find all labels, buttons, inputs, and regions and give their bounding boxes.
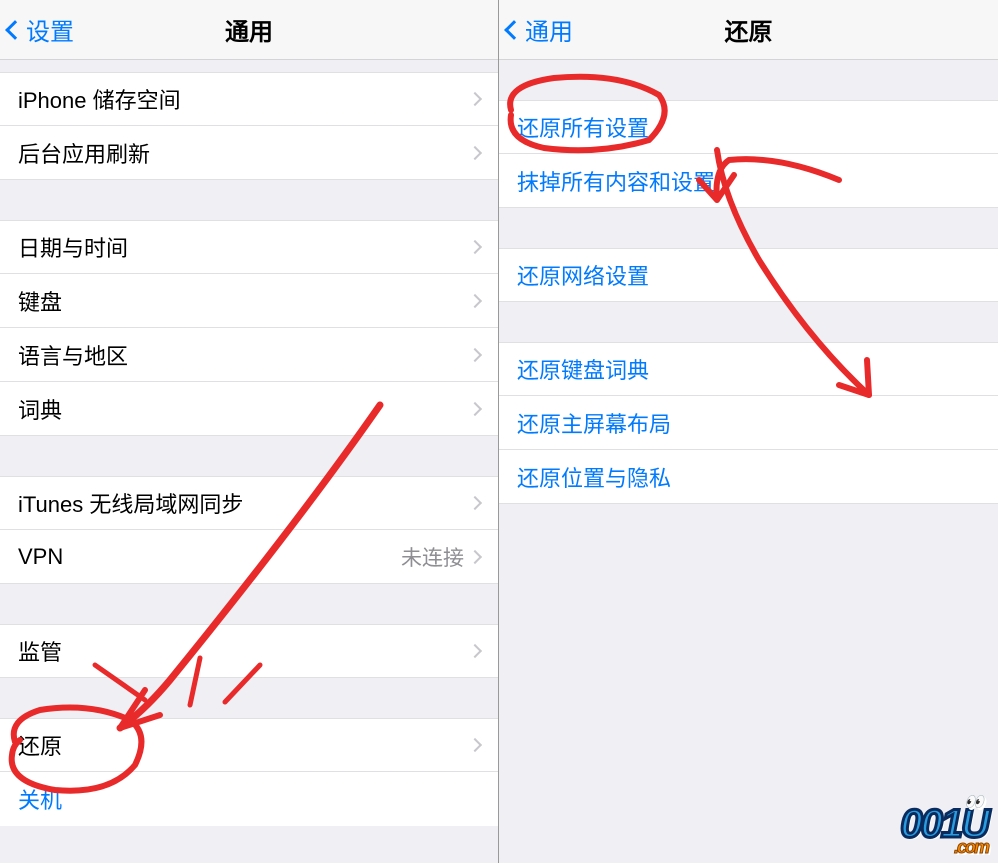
row-vpn[interactable]: VPN 未连接 xyxy=(0,530,498,584)
nav-back-general[interactable]: 通用 xyxy=(499,12,573,47)
row-label: iTunes 无线局域网同步 xyxy=(18,487,470,519)
nav-title-reset: 还原 xyxy=(499,12,998,47)
chevron-right-icon xyxy=(468,496,482,510)
row-date-time[interactable]: 日期与时间 xyxy=(0,220,498,274)
chevron-right-icon xyxy=(468,92,482,106)
spacer xyxy=(0,436,498,476)
nav-back-label: 设置 xyxy=(26,12,74,47)
spacer xyxy=(0,60,498,72)
chevron-right-icon xyxy=(468,347,482,361)
row-label: 抹掉所有内容和设置 xyxy=(517,165,980,197)
spacer xyxy=(499,302,998,342)
row-dictionary[interactable]: 词典 xyxy=(0,382,498,436)
row-label: 还原键盘词典 xyxy=(517,353,980,385)
row-label: 键盘 xyxy=(18,285,470,317)
nav-bar-left: 设置 通用 xyxy=(0,0,498,60)
row-label: 日期与时间 xyxy=(18,231,470,263)
row-reset-location-privacy[interactable]: 还原位置与隐私 xyxy=(499,450,998,504)
row-label: 语言与地区 xyxy=(18,339,470,371)
row-reset-network[interactable]: 还原网络设置 xyxy=(499,248,998,302)
nav-back-label: 通用 xyxy=(525,12,573,47)
chevron-right-icon xyxy=(468,738,482,752)
row-iphone-storage[interactable]: iPhone 储存空间 xyxy=(0,72,498,126)
row-reset-home-layout[interactable]: 还原主屏幕布局 xyxy=(499,396,998,450)
row-label: VPN xyxy=(18,544,401,570)
chevron-right-icon xyxy=(468,644,482,658)
spacer xyxy=(0,678,498,718)
shutdown-label: 关机 xyxy=(18,783,62,815)
settings-general-panel: 设置 通用 iPhone 储存空间 后台应用刷新 日期与时间 键盘 语言与地区 … xyxy=(0,0,499,863)
row-label: 监管 xyxy=(18,635,470,667)
row-label: 还原网络设置 xyxy=(517,259,980,291)
chevron-right-icon xyxy=(468,401,482,415)
row-keyboard[interactable]: 键盘 xyxy=(0,274,498,328)
spacer xyxy=(499,60,998,100)
row-label: 还原所有设置 xyxy=(517,111,980,143)
nav-title-general: 通用 xyxy=(0,12,498,47)
chevron-left-icon xyxy=(5,20,25,40)
row-erase-all-content[interactable]: 抹掉所有内容和设置 xyxy=(499,154,998,208)
row-itunes-wifi-sync[interactable]: iTunes 无线局域网同步 xyxy=(0,476,498,530)
row-supervision[interactable]: 监管 xyxy=(0,624,498,678)
row-label: 词典 xyxy=(18,393,470,425)
watermark-eyes-icon: 👀 xyxy=(964,792,982,812)
row-label: 还原 xyxy=(18,729,470,761)
watermark-logo: 👀 001U .com xyxy=(900,802,988,858)
row-reset-keyboard-dict[interactable]: 还原键盘词典 xyxy=(499,342,998,396)
row-value: 未连接 xyxy=(401,542,464,572)
chevron-left-icon xyxy=(504,20,524,40)
chevron-right-icon xyxy=(468,145,482,159)
reset-panel: 通用 还原 还原所有设置 抹掉所有内容和设置 还原网络设置 还原键盘词典 还原主… xyxy=(499,0,998,863)
row-label: 还原主屏幕布局 xyxy=(517,407,980,439)
nav-bar-right: 通用 还原 xyxy=(499,0,998,60)
row-label: 后台应用刷新 xyxy=(18,137,470,169)
row-reset[interactable]: 还原 xyxy=(0,718,498,772)
row-label: iPhone 储存空间 xyxy=(18,83,470,115)
chevron-right-icon xyxy=(468,240,482,254)
spacer xyxy=(0,584,498,624)
spacer xyxy=(0,180,498,220)
spacer xyxy=(499,208,998,248)
row-language-region[interactable]: 语言与地区 xyxy=(0,328,498,382)
row-label: 还原位置与隐私 xyxy=(517,461,980,493)
nav-back-settings[interactable]: 设置 xyxy=(0,12,74,47)
chevron-right-icon xyxy=(468,293,482,307)
chevron-right-icon xyxy=(468,549,482,563)
row-reset-all-settings[interactable]: 还原所有设置 xyxy=(499,100,998,154)
row-background-refresh[interactable]: 后台应用刷新 xyxy=(0,126,498,180)
row-shutdown[interactable]: 关机 xyxy=(0,772,498,826)
